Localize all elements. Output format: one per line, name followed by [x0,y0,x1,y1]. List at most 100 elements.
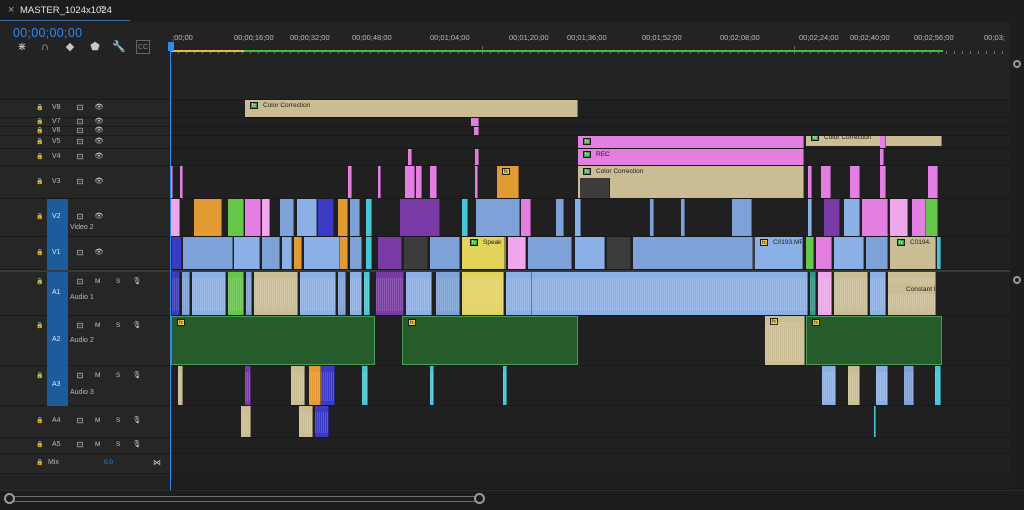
lock-icon[interactable]: 🔒 [36,178,44,186]
lock-icon[interactable]: 🔒 [36,138,44,146]
sync-lock-icon[interactable]: ⊡ [75,321,85,331]
timeline-clip[interactable] [890,199,908,236]
solo-button[interactable]: S [116,441,120,448]
timeline-clip[interactable] [471,118,479,126]
timeline-clip[interactable] [291,366,305,405]
lock-icon[interactable]: 🔒 [36,459,44,467]
timeline-clip[interactable] [912,199,926,236]
solo-button[interactable]: S [116,278,120,285]
timeline-clip[interactable] [192,272,226,315]
timeline-clip[interactable] [848,366,860,405]
timeline-clip[interactable] [607,237,631,269]
linked-selection-icon[interactable]: ∩ [38,40,52,54]
eye-icon[interactable]: 👁 [94,152,104,162]
playhead-handle[interactable] [168,42,174,51]
timeline-clip[interactable] [400,199,440,236]
timeline-clip[interactable] [228,199,244,236]
timeline-clip[interactable] [528,237,572,269]
sync-lock-icon[interactable]: ⊡ [75,416,85,426]
timeline-clip[interactable] [808,199,812,236]
timeline-clip[interactable] [810,272,816,315]
lock-icon[interactable]: 🔒 [36,278,44,286]
marker-icon[interactable]: ⬟ [88,40,102,54]
microphone-icon[interactable]: 🎙 [132,371,142,381]
lock-icon[interactable]: 🔒 [36,417,44,425]
mute-button[interactable]: M [95,372,100,379]
timeline-clip[interactable] [282,237,292,269]
timeline-clip[interactable] [850,166,860,198]
timeline-clip[interactable] [172,272,180,315]
music-clip[interactable]: fx [806,316,942,365]
timeline-clip[interactable] [462,199,468,236]
timeline-clip[interactable] [406,272,432,315]
microphone-icon[interactable]: 🎙 [132,321,142,331]
timeline-clip[interactable] [937,237,941,269]
timeline-clip[interactable] [304,237,340,269]
timeline-clip[interactable] [348,166,352,198]
timeline-clip[interactable] [904,366,914,405]
eye-icon[interactable]: 👁 [94,137,104,147]
timeline-clip[interactable] [180,166,183,198]
timeline-clip[interactable] [862,199,888,236]
rec-clip[interactable]: fx REC [578,149,804,165]
horizontal-scrollbar[interactable] [0,490,1024,510]
timeline-clip[interactable] [350,237,362,269]
eye-icon[interactable]: 👁 [94,248,104,258]
timeline-clip[interactable] [834,272,868,315]
zoom-scroll-bar[interactable] [10,496,480,502]
timeline-clip[interactable] [506,272,532,315]
timeline-clip[interactable] [928,166,938,198]
solo-button[interactable]: S [116,322,120,329]
music-clip[interactable]: fx [171,316,375,365]
timeline-clip[interactable] [194,199,222,236]
timeline-clip[interactable] [834,237,864,269]
solo-button[interactable]: S [116,417,120,424]
sync-lock-icon[interactable]: ⊡ [75,152,85,162]
timeline-clip[interactable] [874,406,876,437]
tab-menu-icon[interactable]: ≡ [99,3,105,15]
timeline-clip[interactable] [876,366,888,405]
adjustment-clip[interactable]: fx Color Correction [245,100,578,117]
timeline-clip[interactable] [681,199,685,236]
timeline-clip[interactable] [364,272,370,315]
timeline-clip[interactable] [183,237,233,269]
timeline-clip[interactable] [366,237,372,269]
timeline-clip[interactable] [476,199,520,236]
timeline-clip[interactable] [926,199,938,236]
sync-lock-icon[interactable]: ⊡ [75,126,85,136]
adjustment-clip[interactable]: fx Color Correction [806,136,942,146]
timeline-clip[interactable] [818,272,832,315]
lock-icon[interactable]: 🔒 [36,213,44,221]
timeline-clip[interactable] [378,166,381,198]
lock-icon[interactable]: 🔒 [36,127,44,135]
timeline-clip[interactable] [234,237,260,269]
lock-icon[interactable]: 🔒 [36,249,44,257]
timeline-clip[interactable] [880,136,886,148]
timeline-clip[interactable]: fx [765,316,805,365]
timeline-clip[interactable] [821,166,831,198]
timeline-clip[interactable] [880,149,884,165]
timeline-clip[interactable] [340,237,348,269]
timeline-clip[interactable] [935,366,941,405]
timeline-clip[interactable] [416,166,422,198]
timeline-clip[interactable] [366,199,372,236]
sync-lock-icon[interactable]: ⊡ [75,212,85,222]
constant-power-transition[interactable]: Constant Pow [888,284,936,294]
timeline-clip[interactable] [378,237,402,269]
mute-button[interactable]: M [95,278,100,285]
timeline-clip[interactable] [880,166,886,198]
thumbnail[interactable] [580,178,610,198]
timeline-clip[interactable] [254,272,298,315]
timeline-clip[interactable] [404,237,428,269]
lock-icon[interactable]: 🔒 [36,104,44,112]
timeline-clip[interactable] [866,237,888,269]
sync-lock-icon[interactable]: ⊡ [75,440,85,450]
lock-icon[interactable]: 🔒 [36,118,44,126]
timeline-clip[interactable] [405,166,415,198]
vertical-scrollbar[interactable] [1010,54,1024,490]
music-clip[interactable]: fx [402,316,578,365]
timeline-clip[interactable] [870,272,886,315]
timeline-clip[interactable] [806,237,814,269]
timeline-clip[interactable] [822,366,836,405]
timeline-clip[interactable] [475,166,478,198]
